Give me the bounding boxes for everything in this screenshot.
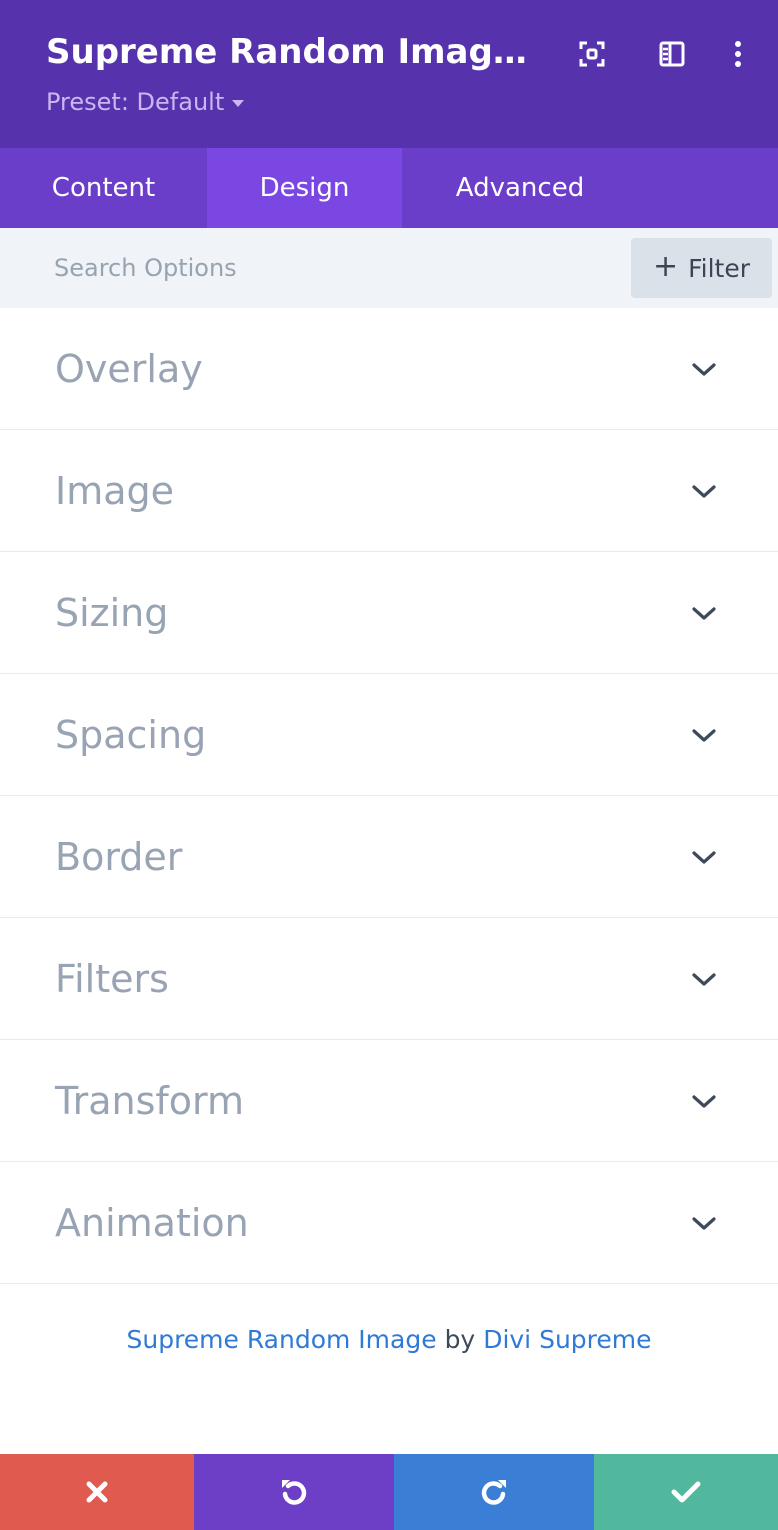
- section-label: Overlay: [55, 347, 203, 391]
- filter-button[interactable]: + Filter: [631, 238, 772, 298]
- section-label: Filters: [55, 957, 169, 1001]
- module-settings-header: Supreme Random Image S... Preset: Defaul…: [0, 0, 778, 148]
- caret-down-icon: [232, 99, 245, 107]
- section-transform[interactable]: Transform: [0, 1040, 778, 1162]
- preset-dropdown[interactable]: Preset: Default: [46, 86, 245, 118]
- section-filters[interactable]: Filters: [0, 918, 778, 1040]
- chevron-down-icon: [692, 607, 716, 620]
- module-title: Supreme Random Image S...: [46, 32, 546, 72]
- preset-label: Preset: Default: [46, 88, 225, 116]
- sidebar-layout-icon[interactable]: [652, 34, 692, 74]
- tab-advanced[interactable]: Advanced: [402, 148, 638, 228]
- chevron-down-icon: [692, 363, 716, 376]
- section-image[interactable]: Image: [0, 430, 778, 552]
- section-sizing[interactable]: Sizing: [0, 552, 778, 674]
- credit-by-text: by: [444, 1325, 476, 1354]
- section-overlay[interactable]: Overlay: [0, 308, 778, 430]
- discard-button[interactable]: [0, 1454, 194, 1530]
- author-link[interactable]: Divi Supreme: [483, 1325, 651, 1354]
- section-spacing[interactable]: Spacing: [0, 674, 778, 796]
- section-label: Image: [55, 469, 175, 513]
- tab-design[interactable]: Design: [207, 148, 402, 228]
- module-credit: Supreme Random Image by Divi Supreme: [0, 1318, 778, 1362]
- undo-icon: [282, 1480, 307, 1505]
- chevron-down-icon: [692, 1095, 716, 1108]
- module-link[interactable]: Supreme Random Image: [126, 1325, 436, 1354]
- redo-button[interactable]: [394, 1454, 594, 1530]
- undo-button[interactable]: [194, 1454, 394, 1530]
- design-sections: Overlay Image Sizing Spacing Border Filt…: [0, 308, 778, 1284]
- section-label: Transform: [55, 1079, 245, 1123]
- chevron-down-icon: [692, 973, 716, 986]
- section-label: Spacing: [55, 713, 207, 757]
- check-icon: [671, 1481, 701, 1503]
- search-bar: + Filter: [0, 228, 778, 308]
- chevron-down-icon: [692, 851, 716, 864]
- search-input[interactable]: [40, 240, 600, 296]
- redo-icon: [481, 1480, 506, 1505]
- section-label: Sizing: [55, 591, 169, 635]
- action-footer: [0, 1454, 778, 1530]
- settings-tabs: Content Design Advanced: [0, 148, 778, 228]
- close-icon: [86, 1481, 108, 1503]
- section-label: Border: [55, 835, 183, 879]
- chevron-down-icon: [692, 1217, 716, 1230]
- plus-icon: +: [652, 248, 679, 284]
- tab-content[interactable]: Content: [0, 148, 207, 228]
- filter-label: Filter: [688, 253, 751, 283]
- section-animation[interactable]: Animation: [0, 1162, 778, 1284]
- focus-icon[interactable]: [572, 34, 612, 74]
- more-vertical-icon[interactable]: [718, 34, 758, 74]
- chevron-down-icon: [692, 485, 716, 498]
- chevron-down-icon: [692, 729, 716, 742]
- section-label: Animation: [55, 1201, 249, 1245]
- save-button[interactable]: [594, 1454, 778, 1530]
- section-border[interactable]: Border: [0, 796, 778, 918]
